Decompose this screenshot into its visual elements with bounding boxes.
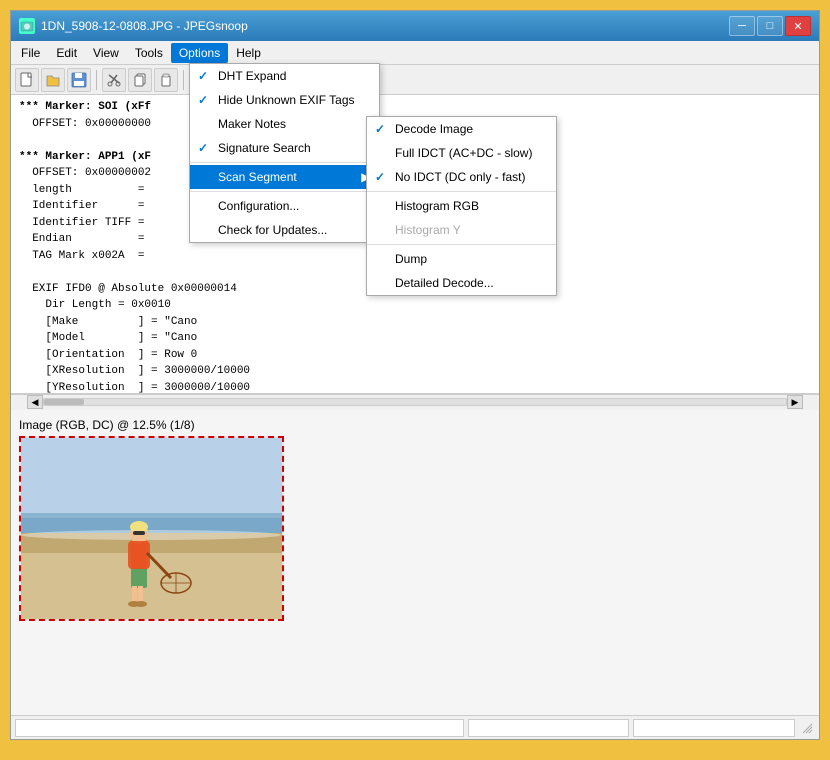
toolbar-sep-2	[183, 70, 184, 90]
scan-submenu: ✓ Decode Image Full IDCT (AC+DC - slow) …	[366, 116, 557, 296]
decode-image-item[interactable]: ✓ Decode Image	[367, 117, 556, 141]
window-title: 1DN_5908-12-0808.JPG - JPEGsnoop	[41, 19, 248, 33]
menu-file[interactable]: File	[13, 43, 48, 63]
menu-options[interactable]: Options	[171, 43, 228, 63]
status-segment-1	[15, 719, 464, 737]
histogram-y-item: Histogram Y	[367, 218, 556, 242]
text-line: *** Marker: SOI (xFf	[19, 99, 811, 116]
main-window: 1DN_5908-12-0808.JPG - JPEGsnoop ─ □ ✕ F…	[10, 10, 820, 740]
no-idct-label: No IDCT (DC only - fast)	[395, 170, 525, 184]
scrollbar-thumb[interactable]	[44, 399, 84, 405]
image-preview	[21, 438, 282, 619]
decode-image-label: Decode Image	[395, 122, 473, 136]
title-bar: 1DN_5908-12-0808.JPG - JPEGsnoop ─ □ ✕	[11, 11, 819, 41]
options-dropdown: ✓ DHT Expand ✓ Hide Unknown EXIF Tags Ma…	[189, 63, 380, 243]
menu-view[interactable]: View	[85, 43, 127, 63]
toolbar-sep-1	[96, 70, 97, 90]
histogram-y-label: Histogram Y	[395, 223, 461, 237]
status-segment-2	[468, 719, 630, 737]
text-line: [Orientation ] = Row 0	[19, 347, 811, 364]
signature-search-check: ✓	[198, 141, 208, 155]
options-sep2	[190, 191, 379, 192]
check-updates-item[interactable]: Check for Updates...	[190, 218, 379, 242]
signature-search-label: Signature Search	[218, 141, 311, 155]
app-icon	[19, 18, 35, 34]
status-bar	[11, 715, 819, 739]
hide-exif-item[interactable]: ✓ Hide Unknown EXIF Tags	[190, 88, 379, 112]
menu-tools[interactable]: Tools	[127, 43, 171, 63]
no-idct-item[interactable]: ✓ No IDCT (DC only - fast)	[367, 165, 556, 189]
resize-grip[interactable]	[799, 720, 815, 736]
scan-sep2	[367, 244, 556, 245]
new-button[interactable]	[15, 68, 39, 92]
scrollbar-track[interactable]	[43, 398, 787, 406]
image-caption: Image (RGB, DC) @ 12.5% (1/8)	[19, 418, 811, 432]
maker-notes-item[interactable]: Maker Notes	[190, 112, 379, 136]
detailed-decode-label: Detailed Decode...	[395, 276, 494, 290]
detailed-decode-item[interactable]: Detailed Decode...	[367, 271, 556, 295]
full-idct-label: Full IDCT (AC+DC - slow)	[395, 146, 532, 160]
configuration-item[interactable]: Configuration...	[190, 194, 379, 218]
hide-exif-check: ✓	[198, 93, 208, 107]
minimize-button[interactable]: ─	[729, 16, 755, 36]
toolbar	[11, 65, 819, 95]
histogram-rgb-label: Histogram RGB	[395, 199, 479, 213]
cut-button[interactable]	[102, 68, 126, 92]
image-container	[19, 436, 284, 621]
scan-segment-label: Scan Segment	[218, 170, 297, 184]
scroll-left-button[interactable]: ◀	[27, 395, 43, 409]
dht-expand-label: DHT Expand	[218, 69, 286, 83]
paste-button[interactable]	[154, 68, 178, 92]
text-line: [Make ] = "Cano	[19, 314, 811, 331]
configuration-label: Configuration...	[218, 199, 299, 213]
text-line: [XResolution ] = 3000000/10000	[19, 363, 811, 380]
close-button[interactable]: ✕	[785, 16, 811, 36]
dht-expand-item[interactable]: ✓ DHT Expand	[190, 64, 379, 88]
save-button[interactable]	[67, 68, 91, 92]
options-sep	[190, 162, 379, 163]
dht-expand-check: ✓	[198, 69, 208, 83]
status-segment-3	[633, 719, 795, 737]
maker-notes-label: Maker Notes	[218, 117, 286, 131]
title-bar-controls: ─ □ ✕	[729, 16, 811, 36]
decode-image-check: ✓	[375, 122, 385, 136]
no-idct-check: ✓	[375, 170, 385, 184]
horizontal-scrollbar[interactable]: ◀ ▶	[11, 394, 819, 410]
histogram-rgb-item[interactable]: Histogram RGB	[367, 194, 556, 218]
image-section: Image (RGB, DC) @ 12.5% (1/8)	[11, 410, 819, 716]
signature-search-item[interactable]: ✓ Signature Search	[190, 136, 379, 160]
menu-help[interactable]: Help	[228, 43, 269, 63]
scan-sep	[367, 191, 556, 192]
full-idct-item[interactable]: Full IDCT (AC+DC - slow)	[367, 141, 556, 165]
scan-segment-item[interactable]: Scan Segment ▶	[190, 165, 379, 189]
copy-button[interactable]	[128, 68, 152, 92]
check-updates-label: Check for Updates...	[218, 223, 327, 237]
menu-edit[interactable]: Edit	[48, 43, 85, 63]
text-line: Dir Length = 0x0010	[19, 297, 811, 314]
maximize-button[interactable]: □	[757, 16, 783, 36]
scroll-right-button[interactable]: ▶	[787, 395, 803, 409]
dump-item[interactable]: Dump	[367, 247, 556, 271]
dump-label: Dump	[395, 252, 427, 266]
text-line: [Model ] = "Cano	[19, 330, 811, 347]
hide-exif-label: Hide Unknown EXIF Tags	[218, 93, 355, 107]
menubar: File Edit View Tools Options Help ✓ DHT …	[11, 41, 819, 65]
open-button[interactable]	[41, 68, 65, 92]
title-bar-left: 1DN_5908-12-0808.JPG - JPEGsnoop	[19, 18, 248, 34]
text-line: [YResolution ] = 3000000/10000	[19, 380, 811, 394]
